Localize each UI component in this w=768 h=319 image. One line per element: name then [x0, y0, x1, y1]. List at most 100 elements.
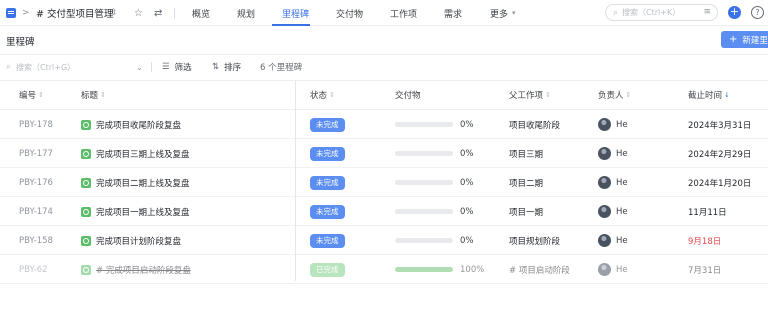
filter-button[interactable]: ☰ 筛选	[162, 58, 192, 76]
tab-work-items[interactable]: 工作项	[390, 0, 417, 26]
column-header-status[interactable]: 状态 ⇕	[310, 81, 335, 109]
parent-work-item[interactable]: 项目收尾阶段	[509, 110, 560, 139]
filter-label: 筛选	[174, 63, 192, 73]
row-title-text: 完成项目一期上线及复盘	[96, 207, 190, 218]
avatar	[598, 176, 611, 189]
row-id: PBY-62	[19, 264, 48, 275]
column-header-due-label: 截止时间	[688, 91, 723, 101]
table-row[interactable]: PBY-178 完成项目收尾阶段复盘 未完成 0% 项目收尾阶段 He 2024…	[0, 110, 768, 139]
column-header-title-label: 标题	[81, 91, 99, 101]
deliverable-percent: 0%	[460, 148, 474, 159]
status-badge-label: 已完成	[310, 262, 345, 277]
status-badge[interactable]: 未完成	[310, 139, 345, 168]
row-title-text: 完成项目三期上线及复盘	[96, 149, 190, 160]
row-title[interactable]: 完成项目计划阶段复盘	[81, 226, 181, 255]
due-date[interactable]: 9月18日	[688, 226, 721, 255]
owner[interactable]: He	[598, 110, 628, 139]
column-header-status-label: 状态	[310, 91, 328, 101]
parent-work-item[interactable]: 项目三期	[509, 139, 543, 168]
column-divider	[295, 81, 296, 281]
status-badge-label: 未完成	[310, 233, 345, 248]
status-badge-label: 未完成	[310, 146, 345, 161]
project-icon[interactable]	[6, 0, 18, 26]
tab-requirements[interactable]: 需求	[444, 0, 462, 26]
column-header-id[interactable]: 编号 ⇕	[19, 81, 44, 109]
parent-work-item[interactable]: # 项目启动阶段	[509, 255, 570, 284]
global-search-input[interactable]: ⌕ 搜索（Ctrl+K） ≡	[605, 4, 718, 21]
milestone-search-input[interactable]: ⌕ 搜索（Ctrl+G） ⌄	[6, 58, 146, 76]
owner-name: He	[616, 206, 628, 217]
deliverable-progress-bar	[395, 110, 453, 139]
divider	[0, 54, 768, 55]
due-date[interactable]: 11月11日	[688, 197, 727, 226]
row-title[interactable]: 完成项目三期上线及复盘	[81, 139, 190, 168]
sort-desc-icon: ↓	[724, 91, 730, 99]
table-row[interactable]: PBY-174 完成项目一期上线及复盘 未完成 0% 项目一期 He 11月11…	[0, 197, 768, 226]
tab-more[interactable]: 更多 ▾	[490, 0, 516, 26]
add-icon[interactable]: +	[728, 6, 741, 19]
owner[interactable]: He	[598, 168, 628, 197]
tab-deliverables[interactable]: 交付物	[336, 0, 363, 26]
row-title[interactable]: 完成项目一期上线及复盘	[81, 197, 190, 226]
column-header-title[interactable]: 标题 ⇕	[81, 81, 106, 109]
deliverable-percent: 0%	[460, 235, 474, 246]
status-badge[interactable]: 未完成	[310, 168, 345, 197]
parent-work-item[interactable]: 项目一期	[509, 197, 543, 226]
row-title[interactable]: # 完成项目启动阶段复盘	[81, 255, 191, 284]
sort-icon: ⇕	[329, 91, 335, 99]
column-header-owner[interactable]: 负责人 ⇕	[598, 81, 631, 109]
swap-icon[interactable]: ⇄	[154, 0, 162, 26]
due-date[interactable]: 2024年2月29日	[688, 139, 751, 168]
avatar	[598, 205, 611, 218]
owner[interactable]: He	[598, 139, 628, 168]
row-id: PBY-174	[19, 206, 53, 217]
column-header-parent-label: 父工作项	[509, 91, 544, 101]
milestone-search-placeholder: 搜索（Ctrl+G）	[16, 62, 76, 72]
table-row[interactable]: PBY-177 完成项目三期上线及复盘 未完成 0% 项目三期 He 2024年…	[0, 139, 768, 168]
divider	[0, 80, 768, 81]
status-badge-label: 未完成	[310, 117, 345, 132]
owner[interactable]: He	[598, 197, 628, 226]
column-header-due[interactable]: 截止时间 ↓	[688, 81, 730, 109]
column-header-deliverable[interactable]: 交付物	[395, 81, 421, 109]
tab-milestones[interactable]: 里程碑	[282, 0, 309, 26]
sort-button[interactable]: ⇅ 排序	[212, 58, 241, 76]
project-switch-icon[interactable]: ⇳	[110, 0, 118, 26]
table-row[interactable]: PBY-62 # 完成项目启动阶段复盘 已完成 100% # 项目启动阶段 He…	[0, 255, 768, 284]
new-milestone-button[interactable]: + 新建里程	[721, 31, 768, 48]
milestone-icon	[81, 119, 91, 130]
status-badge[interactable]: 已完成	[310, 255, 345, 284]
status-badge[interactable]: 未完成	[310, 110, 345, 139]
owner[interactable]: He	[598, 255, 628, 284]
milestone-count: 6 个里程碑	[260, 63, 303, 73]
row-id: PBY-177	[19, 148, 53, 159]
row-title[interactable]: 完成项目二期上线及复盘	[81, 168, 190, 197]
chevron-down-icon[interactable]: ⌄	[136, 63, 143, 72]
filter-icon[interactable]: ≡	[703, 7, 711, 17]
avatar	[598, 263, 611, 276]
due-date[interactable]: 2024年1月20日	[688, 168, 751, 197]
owner-name: He	[616, 264, 628, 275]
parent-work-item[interactable]: 项目规划阶段	[509, 226, 560, 255]
divider	[174, 8, 175, 19]
milestone-icon	[81, 235, 91, 246]
row-title[interactable]: 完成项目收尾阶段复盘	[81, 110, 181, 139]
status-badge[interactable]: 未完成	[310, 197, 345, 226]
project-title[interactable]: # 交付型项目管理	[36, 0, 113, 26]
column-header-deliverable-label: 交付物	[395, 91, 421, 101]
column-header-parent[interactable]: 父工作项 ⇕	[509, 81, 551, 109]
due-date[interactable]: 2024年3月31日	[688, 110, 751, 139]
sort-icon: ⇅	[212, 62, 220, 72]
tab-overview[interactable]: 概览	[192, 0, 210, 26]
table-row[interactable]: PBY-158 完成项目计划阶段复盘 未完成 0% 项目规划阶段 He 9月18…	[0, 226, 768, 255]
star-icon[interactable]: ☆	[134, 0, 143, 26]
table-row[interactable]: PBY-176 完成项目二期上线及复盘 未完成 0% 项目二期 He 2024年…	[0, 168, 768, 197]
tab-planning[interactable]: 规划	[237, 0, 255, 26]
owner[interactable]: He	[598, 226, 628, 255]
due-date[interactable]: 7月31日	[688, 255, 721, 284]
parent-work-item[interactable]: 项目二期	[509, 168, 543, 197]
status-badge[interactable]: 未完成	[310, 226, 345, 255]
page-title: 里程碑	[6, 37, 35, 48]
sort-label: 排序	[224, 63, 242, 73]
help-icon[interactable]: ?	[751, 6, 764, 19]
